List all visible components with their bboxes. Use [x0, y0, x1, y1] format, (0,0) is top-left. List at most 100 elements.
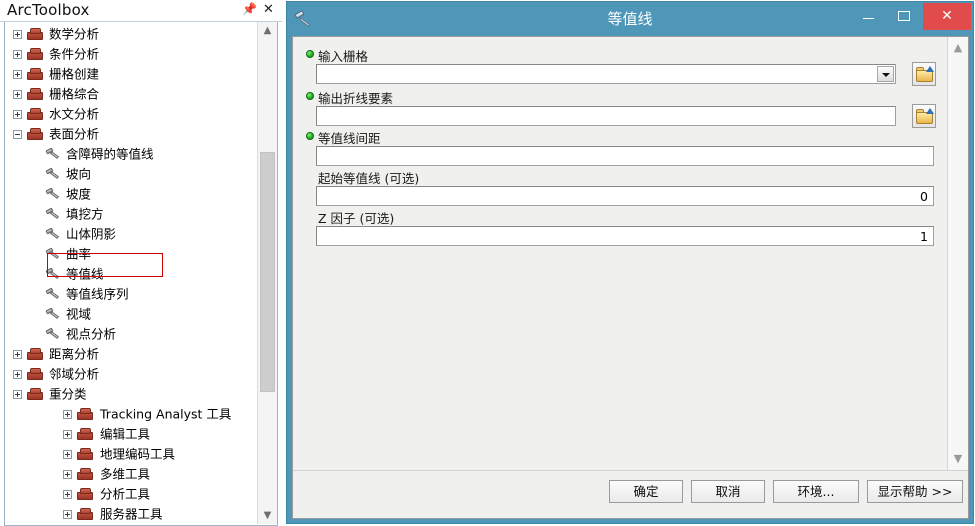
expand-icon[interactable]	[63, 410, 72, 419]
expand-icon[interactable]	[13, 70, 22, 79]
tree-item[interactable]: Tracking Analyst 工具	[5, 404, 257, 424]
tree-item-label: 分析工具	[100, 486, 151, 502]
expand-icon[interactable]	[63, 510, 72, 519]
expand-icon[interactable]	[13, 30, 22, 39]
ok-button[interactable]: 确定	[609, 480, 683, 503]
tree-item[interactable]: 重分类	[5, 384, 257, 404]
tree-item[interactable]: 多维工具	[5, 464, 257, 484]
pin-icon[interactable]: 📌	[242, 2, 257, 17]
toolbox-tree-container: 数学分析条件分析栅格创建 栅格综合水文分析表面分析含障碍的等值线坡向坡度填挖方 山体…	[4, 22, 278, 526]
tree-item[interactable]: 邻域分析	[5, 364, 257, 384]
show-help-button[interactable]: 显示帮助 >>	[867, 480, 963, 503]
tree-scrollbar[interactable]: ▲ ▼	[257, 22, 277, 524]
maximize-icon[interactable]	[887, 3, 921, 30]
toolset-icon	[27, 48, 44, 61]
tree-item[interactable]: 山体阴影	[5, 224, 257, 244]
tree-item[interactable]: 视点分析	[5, 324, 257, 344]
parameter-input[interactable]: 1	[316, 226, 934, 246]
toolbox-icon	[77, 407, 95, 422]
tree-item-label: 重分类	[49, 386, 87, 402]
tree-item[interactable]: 坡向	[5, 164, 257, 184]
tree-item-label: 条件分析	[49, 46, 100, 62]
tree-item-label: 曲率	[66, 246, 92, 262]
close-icon[interactable]: ✕	[923, 3, 971, 30]
tree-item-label: 视点分析	[66, 326, 117, 342]
tool-icon	[45, 288, 61, 302]
folder-browse-icon[interactable]	[912, 104, 936, 128]
expand-icon[interactable]	[63, 450, 72, 459]
tool-icon	[45, 328, 61, 342]
tree-item-label: 等值线	[66, 266, 104, 282]
required-parameter-dot	[306, 50, 314, 58]
expand-icon[interactable]	[63, 470, 72, 479]
required-parameter-dot	[306, 92, 314, 100]
tree-item-label: 水文分析	[49, 106, 100, 122]
tree-item[interactable]: 含障碍的等值线	[5, 144, 257, 164]
parameter-input[interactable]: 0	[316, 186, 934, 206]
toolset-icon	[27, 388, 44, 401]
environments-button[interactable]: 环境...	[773, 480, 859, 503]
tree-item-label: 距离分析	[49, 346, 100, 362]
chevron-up-icon[interactable]: ▲	[258, 22, 277, 39]
tree-item[interactable]: 栅格综合	[5, 84, 257, 104]
tool-icon	[45, 208, 61, 222]
collapse-icon[interactable]	[13, 130, 22, 139]
tree-item[interactable]: 服务器工具	[5, 504, 257, 524]
expand-icon[interactable]	[13, 370, 22, 379]
tree-item[interactable]: 水文分析	[5, 104, 257, 124]
expand-icon[interactable]	[13, 90, 22, 99]
chevron-down-icon[interactable]: ▼	[948, 450, 968, 468]
tree-item[interactable]: 条件分析	[5, 44, 257, 64]
tree-item[interactable]: 表面分析	[5, 124, 257, 144]
tree-item[interactable]: 分析工具	[5, 484, 257, 504]
parameter-label: Z 因子 (可选)	[318, 211, 395, 226]
dialog-titlebar[interactable]: 等值线 ✕	[287, 2, 973, 36]
parameter-input[interactable]	[316, 146, 934, 166]
tree-item-label: 视域	[66, 306, 92, 322]
tree-item[interactable]: 填挖方	[5, 204, 257, 224]
tree-item[interactable]: 等值线	[5, 264, 257, 284]
expand-icon[interactable]	[63, 490, 72, 499]
tree-item[interactable]: 栅格创建	[5, 64, 257, 84]
tree-item[interactable]: 地理编码工具	[5, 444, 257, 464]
cancel-button[interactable]: 取消	[691, 480, 765, 503]
expand-icon[interactable]	[13, 350, 22, 359]
toolbox-icon	[77, 427, 95, 442]
minimize-icon[interactable]	[851, 3, 885, 30]
tree-item[interactable]: 视域	[5, 304, 257, 324]
dialog-scrollbar[interactable]: ▲ ▼	[947, 37, 968, 470]
dialog-body: 输入栅格 输出折线要素 等值线间距 起始等值线 (可选) 0 Z 因子 (可选) 1 ▲ ▼…	[292, 36, 969, 519]
tree-item-label: 服务器工具	[100, 506, 163, 522]
tree-item[interactable]: 坡度	[5, 184, 257, 204]
parameter-input[interactable]	[316, 106, 896, 126]
tree-item[interactable]: 等值线序列	[5, 284, 257, 304]
tree-item[interactable]: 编辑工具	[5, 424, 257, 444]
dialog-button-bar: 确定 取消 环境... 显示帮助 >>	[293, 470, 968, 518]
close-icon[interactable]: ✕	[261, 2, 276, 17]
expand-icon[interactable]	[13, 50, 22, 59]
chevron-down-icon[interactable]: ▼	[258, 507, 277, 524]
chevron-up-icon[interactable]: ▲	[948, 39, 968, 57]
parameter-form: 输入栅格 输出折线要素 等值线间距 起始等值线 (可选) 0 Z 因子 (可选) 1	[294, 38, 947, 470]
tree-scrollbar-thumb[interactable]	[260, 152, 275, 392]
tree-item[interactable]: 曲率	[5, 244, 257, 264]
toolset-icon	[27, 368, 44, 381]
expand-icon[interactable]	[13, 390, 22, 399]
tree-item[interactable]: 数学分析	[5, 24, 257, 44]
toolbox-icon	[77, 487, 95, 502]
tree-item-label: 含障碍的等值线	[66, 146, 154, 162]
parameter-value: 0	[920, 189, 928, 204]
tree-item-label: 坡度	[66, 186, 92, 202]
expand-icon[interactable]	[63, 430, 72, 439]
folder-browse-icon[interactable]	[912, 62, 936, 86]
toolbox-tree[interactable]: 数学分析条件分析栅格创建 栅格综合水文分析表面分析含障碍的等值线坡向坡度填挖方 山体…	[5, 22, 257, 524]
toolset-icon	[27, 108, 44, 121]
tree-item[interactable]: 距离分析	[5, 344, 257, 364]
expand-icon[interactable]	[13, 110, 22, 119]
chevron-down-icon[interactable]	[877, 66, 894, 82]
parameter-combobox[interactable]	[316, 64, 896, 84]
